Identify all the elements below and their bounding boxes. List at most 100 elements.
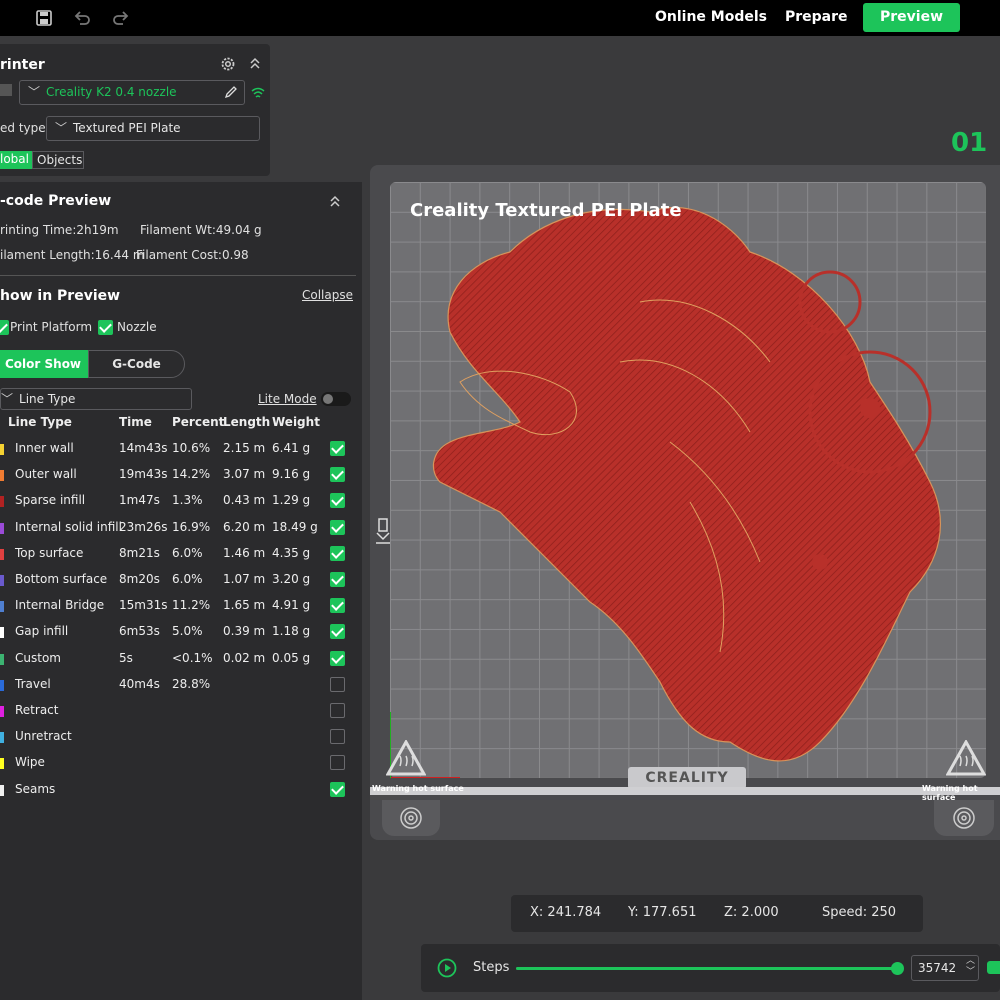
line-percent: 11.2% [172, 598, 211, 613]
line-type-name: Bottom surface [15, 572, 108, 586]
edit-icon[interactable] [224, 85, 238, 99]
table-row: Internal Bridge 15m31s 11.2% 1.65 m 4.91 g [0, 593, 362, 619]
line-visible-checkbox[interactable] [330, 729, 345, 745]
line-color-swatch [0, 444, 4, 455]
printer-icon [0, 84, 12, 96]
line-color-swatch [0, 522, 4, 534]
speed-value: Speed: 250 [822, 905, 897, 920]
line-weight: 9.16 g [272, 467, 311, 482]
tab-objects[interactable]: Objects [32, 151, 84, 169]
lite-mode-toggle[interactable] [321, 392, 351, 406]
redo-icon[interactable] [112, 9, 130, 27]
table-row: Seams [0, 777, 362, 803]
fingerprint-icon [953, 807, 975, 829]
table-row: Outer wall 19m43s 14.2% 3.07 m 9.16 g [0, 462, 362, 488]
gcode-view-button[interactable]: G-Code [88, 350, 185, 378]
printing-time: rinting Time:2h19m [0, 223, 119, 237]
save-icon[interactable] [35, 9, 53, 27]
show-in-preview-title: how in Preview [0, 288, 121, 304]
bed-type-select[interactable]: ﹀ Textured PEI Plate [46, 116, 260, 141]
line-visible-checkbox[interactable] [330, 650, 345, 666]
tab-preview[interactable]: Preview [863, 3, 960, 32]
steps-slider-thumb[interactable] [891, 962, 904, 975]
line-color-swatch [0, 496, 4, 508]
nozzle-checkbox[interactable] [98, 320, 113, 335]
line-visible-checkbox[interactable] [330, 781, 345, 797]
line-color-swatch [0, 653, 4, 665]
line-weight: 4.91 g [272, 598, 311, 613]
line-visible-checkbox[interactable] [330, 755, 345, 771]
line-visible-checkbox[interactable] [330, 676, 345, 692]
table-row: Bottom surface 8m20s 6.0% 1.07 m 3.20 g [0, 567, 362, 593]
line-percent: 16.9% [172, 519, 211, 534]
line-percent: 1.3% [172, 493, 203, 508]
table-row: Sparse infill 1m47s 1.3% 0.43 m 1.29 g [0, 488, 362, 514]
line-length: 3.07 m [223, 467, 266, 482]
collapse-link[interactable]: Collapse [302, 288, 353, 302]
line-length: 0.02 m [223, 650, 266, 665]
tab-global[interactable]: lobal [0, 151, 32, 169]
tab-prepare[interactable]: Prepare [785, 9, 848, 25]
fingerprint-icon [400, 807, 422, 829]
line-type-name: Sparse infill [15, 493, 86, 508]
line-visible-checkbox[interactable] [330, 441, 345, 456]
line-length: 1.07 m [223, 572, 266, 586]
tab-online-models[interactable]: Online Models [655, 9, 767, 25]
line-visible-checkbox[interactable] [330, 572, 345, 587]
gcode-panel-title: -code Preview [0, 193, 112, 209]
steps-label: Steps [473, 960, 510, 975]
line-visible-checkbox[interactable] [330, 624, 345, 640]
steps-slider-fill [516, 967, 898, 970]
line-color-swatch [0, 601, 4, 613]
steps-slider-track[interactable] [516, 962, 904, 975]
line-type-select[interactable]: ﹀ Line Type [0, 388, 192, 410]
nozzle-label: Nozzle [117, 320, 157, 334]
line-visible-checkbox[interactable] [330, 703, 345, 718]
color-show-button[interactable]: Color Show [0, 350, 88, 378]
line-visible-checkbox[interactable] [330, 519, 345, 535]
line-type-name: Internal solid infill [15, 519, 122, 534]
plate-edge [370, 787, 1000, 795]
divider [0, 275, 356, 276]
collapse-up-icon[interactable] [248, 55, 262, 71]
line-color-swatch [0, 627, 4, 639]
gear-icon[interactable] [219, 55, 237, 73]
line-visible-checkbox[interactable] [330, 493, 345, 509]
line-type-name: Internal Bridge [15, 598, 105, 613]
play-icon[interactable] [437, 958, 457, 978]
warning-icon-left [385, 738, 427, 778]
line-type-name: Outer wall [15, 467, 77, 482]
line-type-value: Line Type [19, 392, 76, 406]
line-visible-checkbox[interactable] [330, 545, 345, 561]
print-platform-checkbox[interactable] [0, 320, 9, 335]
bed-type-label: ed type [0, 121, 46, 135]
printer-panel-title: rinter [0, 57, 45, 73]
line-weight: 18.49 g [272, 519, 318, 534]
line-color-swatch [0, 679, 4, 691]
table-row: Unretract [0, 724, 362, 750]
model-preview [390, 207, 941, 778]
collapse-up-icon[interactable] [328, 193, 342, 209]
wolf-model [432, 207, 941, 762]
layer-handle-icon[interactable] [374, 517, 392, 545]
line-time: 8m20s [119, 572, 160, 586]
table-row: Retract [0, 698, 362, 724]
line-type-name: Travel [15, 676, 51, 691]
coord-z: Z: 2.000 [724, 905, 779, 920]
col-weight: Weight [272, 415, 320, 429]
col-time: Time [119, 415, 152, 429]
undo-icon[interactable] [73, 9, 91, 27]
line-type-name: Unretract [15, 729, 72, 744]
line-visible-checkbox[interactable] [330, 467, 345, 483]
line-length: 2.15 m [223, 441, 266, 455]
top-toolbar: Online Models Prepare Preview [0, 0, 1000, 36]
fingerprint-tab-left [382, 800, 440, 836]
printer-select[interactable]: ﹀ Creality K2 0.4 nozzle [19, 80, 245, 105]
line-visible-checkbox[interactable] [330, 598, 345, 614]
line-type-name: Gap infill [15, 624, 69, 639]
steps-value-input[interactable]: 35742 ︿ ﹀ [911, 955, 979, 981]
line-percent: 5.0% [172, 624, 203, 639]
stepper-arrows-icon[interactable]: ︿ ﹀ [966, 956, 975, 978]
vertical-slider-thumb[interactable] [987, 961, 1000, 974]
lite-mode-label: Lite Mode [258, 392, 317, 406]
